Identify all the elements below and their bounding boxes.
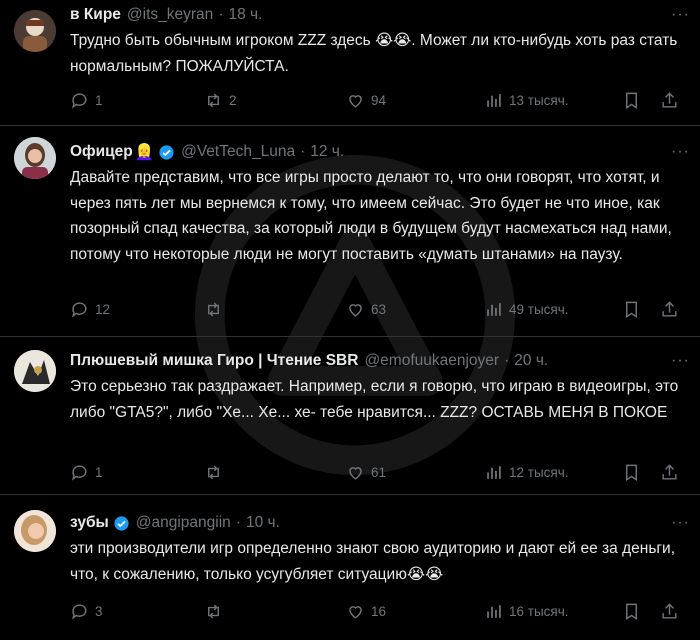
tweet-text: Давайте представим, что все игры просто …: [70, 169, 672, 263]
verified-badge-icon: [159, 144, 174, 160]
timestamp[interactable]: 18 ч.: [228, 6, 262, 24]
like-count: 94: [371, 92, 387, 108]
retweet-count: 2: [229, 92, 237, 108]
heart-icon: [349, 605, 362, 619]
views-button[interactable]: 12 тысяч.: [484, 463, 569, 482]
more-icon[interactable]: ···: [671, 143, 690, 161]
bookmark-icon[interactable]: [622, 300, 641, 319]
reply-icon: [71, 92, 87, 109]
bookmark-icon[interactable]: [622, 602, 641, 621]
reply-icon: [71, 301, 87, 318]
retweet-icon: [208, 465, 219, 479]
verified-badge-icon: [114, 515, 129, 531]
retweet-icon: [208, 302, 219, 316]
retweet-icon: [208, 604, 219, 618]
like-button[interactable]: 16: [346, 602, 386, 621]
retweet-button[interactable]: [204, 463, 229, 482]
retweet-button[interactable]: [204, 602, 229, 621]
like-count: 63: [371, 301, 387, 317]
reply-icon: [71, 464, 87, 481]
tweet[interactable]: Плюшевый мишка Гиро | Чтение SBR @emofuu…: [0, 338, 700, 495]
retweet-button[interactable]: [204, 300, 229, 319]
heart-icon: [349, 94, 362, 108]
author-handle[interactable]: @VetTech_Luna: [181, 143, 295, 161]
retweet-button[interactable]: 2: [204, 91, 237, 110]
views-icon: [487, 465, 501, 479]
like-button[interactable]: 94: [346, 91, 386, 110]
more-icon[interactable]: ···: [671, 352, 690, 370]
separator-dot: ·: [235, 514, 241, 531]
tweet[interactable]: зубы @angipangiin · 10 ч. эти производит…: [0, 496, 700, 640]
more-icon[interactable]: ···: [671, 514, 690, 532]
reply-count: 3: [95, 603, 103, 619]
like-button[interactable]: 63: [346, 300, 386, 319]
reply-button[interactable]: 1: [70, 91, 103, 110]
reply-count: 1: [95, 92, 103, 108]
views-icon: [487, 93, 501, 107]
heart-icon: [349, 466, 362, 480]
separator-dot: ·: [218, 6, 224, 23]
avatar[interactable]: [14, 10, 56, 52]
share-icon[interactable]: [660, 300, 679, 319]
separator-dot: ·: [300, 143, 306, 160]
timestamp[interactable]: 10 ч.: [246, 514, 280, 532]
author-name[interactable]: зубы: [70, 514, 109, 532]
bookmark-icon[interactable]: [622, 91, 641, 110]
avatar[interactable]: [14, 510, 56, 552]
views-button[interactable]: 16 тысяч.: [484, 602, 569, 621]
view-count: 12 тысяч.: [509, 464, 569, 480]
author-handle[interactable]: @its_keyran: [127, 6, 213, 24]
like-count: 61: [371, 464, 387, 480]
views-button[interactable]: 49 тысяч.: [484, 300, 569, 319]
share-icon[interactable]: [660, 91, 679, 110]
views-icon: [487, 302, 501, 316]
tweet-text: Это серьезно так раздражает. Например, е…: [70, 378, 679, 421]
timestamp[interactable]: 20 ч.: [514, 352, 548, 370]
timestamp[interactable]: 12 ч.: [310, 143, 344, 161]
tweet-text: эти производители игр определенно знают …: [70, 540, 676, 583]
tweet-text: Трудно быть обычным игроком ZZZ здесь 😭😭…: [70, 32, 678, 75]
author-name[interactable]: Офицер: [70, 143, 133, 161]
more-icon[interactable]: ···: [671, 6, 690, 24]
retweet-icon: [208, 93, 219, 107]
reply-icon: [71, 603, 87, 620]
tweet[interactable]: Офицер 👱‍♀️ @VetTech_Luna · 12 ч. Давайт…: [0, 127, 700, 337]
view-count: 16 тысяч.: [509, 603, 569, 619]
reply-button[interactable]: 3: [70, 602, 103, 621]
view-count: 13 тысяч.: [509, 92, 569, 108]
bookmark-icon[interactable]: [622, 463, 641, 482]
author-name[interactable]: Плюшевый мишка Гиро | Чтение SBR: [70, 352, 358, 370]
tweet[interactable]: в Кире @its_keyran · 18 ч. Трудно быть о…: [0, 0, 700, 126]
avatar[interactable]: [14, 350, 56, 392]
author-handle[interactable]: @emofuukaenjoyer: [364, 352, 499, 370]
avatar[interactable]: [14, 137, 56, 179]
separator-dot: ·: [504, 352, 510, 369]
like-button[interactable]: 61: [346, 463, 386, 482]
heart-icon: [349, 303, 362, 317]
views-icon: [487, 604, 501, 618]
author-name[interactable]: в Кире: [70, 6, 121, 24]
view-count: 49 тысяч.: [509, 301, 569, 317]
views-button[interactable]: 13 тысяч.: [484, 91, 569, 110]
reply-count: 1: [95, 464, 103, 480]
like-count: 16: [371, 603, 387, 619]
author-handle[interactable]: @angipangiin: [136, 514, 231, 532]
reply-button[interactable]: 1: [70, 463, 103, 482]
reply-button[interactable]: 12: [70, 300, 110, 319]
name-emoji: 👱‍♀️: [134, 143, 155, 161]
reply-count: 12: [95, 301, 111, 317]
share-icon[interactable]: [660, 602, 679, 621]
share-icon[interactable]: [660, 463, 679, 482]
